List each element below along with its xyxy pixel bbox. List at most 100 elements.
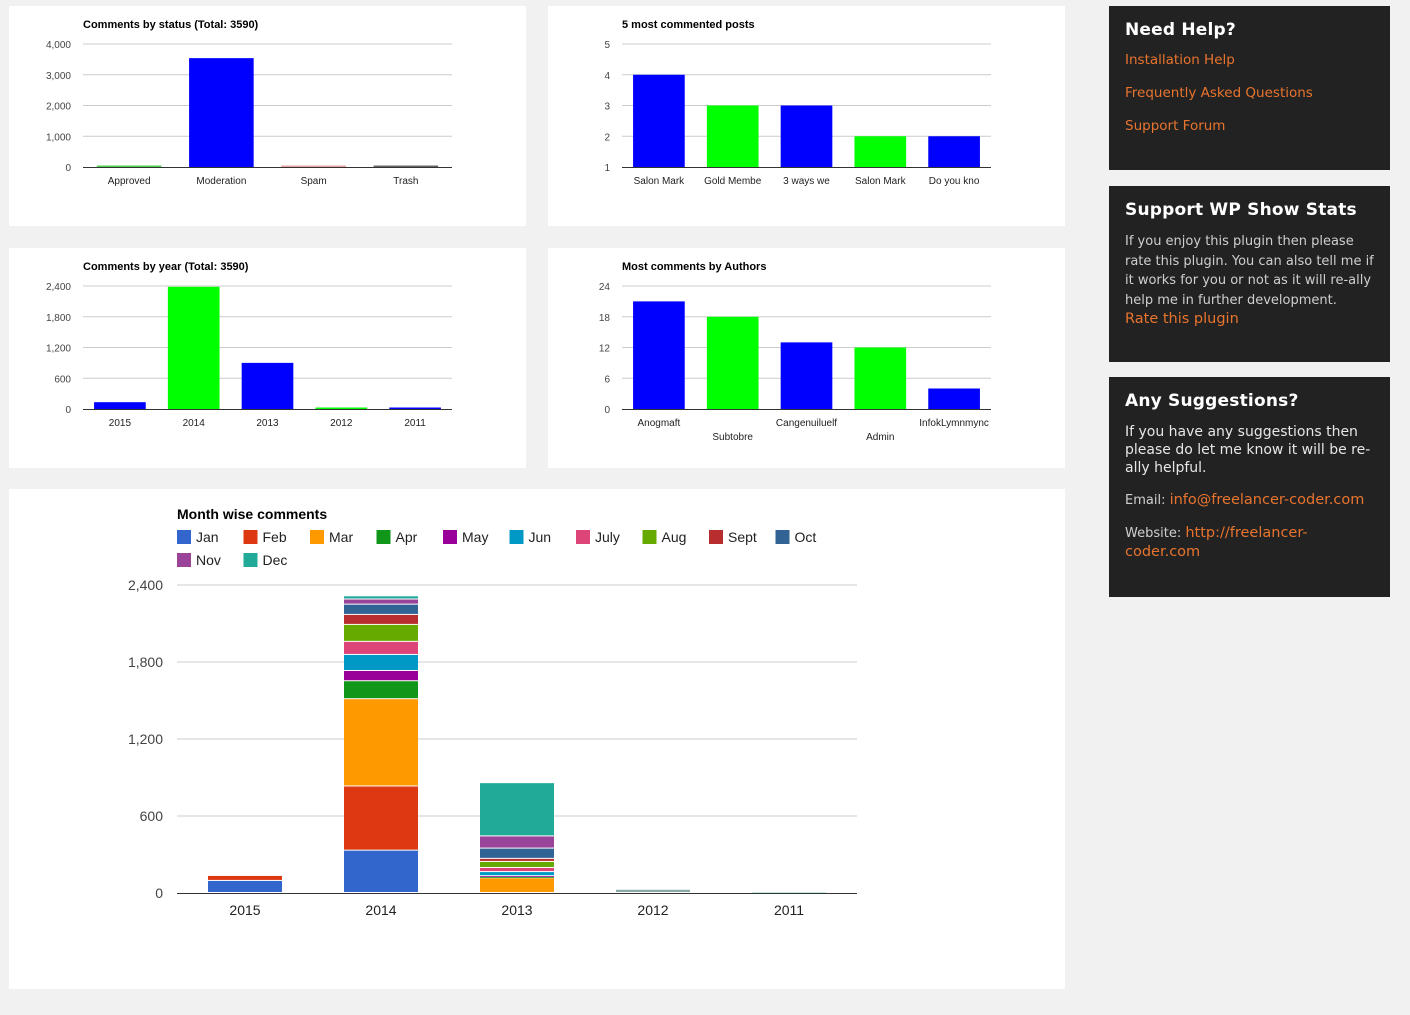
legend-swatch-feb — [243, 530, 258, 544]
y-tick-label: 5 — [604, 40, 610, 51]
x-tick-label: 2012 — [330, 418, 353, 429]
x-tick-label: Salon Mark — [634, 176, 686, 187]
bar — [96, 165, 162, 167]
legend-label-apr: Apr — [396, 529, 418, 545]
x-tick-label: 2013 — [256, 418, 279, 429]
legend-label-nov: Nov — [196, 552, 221, 568]
legend-swatch-apr — [376, 530, 391, 544]
x-tick-label: 2014 — [183, 418, 206, 429]
authors-chart-panel: Most comments by Authors 0 6 12 18 24 Anogmaft… — [548, 248, 1065, 468]
y-tick-label: 1,800 — [46, 313, 71, 324]
month-chart-panel: Month wise comments Jan Feb Mar Apr May Jun Jul… — [9, 489, 1065, 989]
y-tick-label: 2,000 — [46, 102, 71, 113]
bar — [928, 388, 980, 409]
email-link[interactable]: info@freelancer-coder.com — [1170, 492, 1365, 508]
y-tick-label: 0 — [155, 885, 163, 901]
y-tick-label: 3 — [604, 102, 610, 113]
bar-segment-nov — [480, 836, 554, 848]
y-tick-label: 3,000 — [46, 71, 71, 82]
y-tick-label: 1,200 — [128, 731, 163, 747]
x-tick-label: Subtobre — [712, 432, 753, 443]
y-tick-label: 0 — [65, 405, 71, 416]
legend-swatch-july — [576, 530, 590, 544]
support-forum-link[interactable]: Support Forum — [1125, 118, 1374, 134]
website-label: Website: — [1125, 526, 1182, 541]
legend-swatch-oct — [775, 530, 790, 544]
posts-chart: 5 most commented posts 1 2 3 4 5 Salon Mark Gol… — [604, 19, 991, 187]
x-tick-label: Gold Membe — [704, 176, 762, 187]
bar — [854, 136, 907, 167]
x-tick-label: 2014 — [365, 902, 396, 918]
installation-help-link[interactable]: Installation Help — [1125, 52, 1374, 68]
y-tick-label: 6 — [604, 374, 610, 385]
y-tick-label: 1 — [604, 163, 610, 174]
x-tick-label: 2015 — [109, 418, 132, 429]
x-tick-label: Anogmaft — [637, 418, 680, 429]
y-tick-label: 4,000 — [46, 40, 71, 51]
chart-title: Most comments by Authors — [622, 261, 766, 273]
legend-swatch-mar — [310, 530, 324, 544]
legend-label-sept: Sept — [728, 529, 757, 545]
year-chart: Comments by year (Total: 3590) 0 600 1,200 1… — [46, 261, 452, 429]
bar — [167, 286, 220, 409]
legend-label-jan: Jan — [196, 529, 219, 545]
bar — [94, 402, 146, 409]
x-tick-label: Do you kno — [929, 176, 980, 187]
bar-segment-july — [344, 641, 418, 654]
x-tick-label: InfokLymnmync — [919, 418, 989, 429]
month-chart: Month wise comments Jan Feb Mar Apr May Jun Jul… — [128, 506, 857, 918]
x-tick-label: 3 ways we — [783, 176, 830, 187]
email-label: Email: — [1125, 493, 1166, 508]
bar-segment-sept — [344, 614, 418, 624]
legend-label-oct: Oct — [795, 529, 817, 545]
faq-link[interactable]: Frequently Asked Questions — [1125, 85, 1374, 101]
bar-segment-nov — [344, 599, 418, 604]
legend-swatch-jan — [177, 530, 191, 544]
bar-segment-jan — [344, 850, 418, 892]
legend-label-jun: Jun — [529, 529, 552, 545]
y-tick-label: 4 — [604, 71, 610, 82]
bar-segment-feb — [344, 786, 418, 850]
legend-label-aug: Aug — [662, 529, 687, 545]
legend-swatch-may — [443, 530, 457, 544]
x-tick-label: Spam — [301, 176, 327, 187]
website-row: Website: http://freelancer-coder.com — [1125, 524, 1374, 562]
bar-segment-oct — [480, 848, 554, 858]
bar — [315, 407, 368, 409]
x-tick-label: 2011 — [774, 902, 804, 918]
y-tick-label: 600 — [54, 374, 71, 385]
bar — [633, 74, 685, 167]
legend-label-mar: Mar — [329, 529, 353, 545]
bar-segment-feb — [208, 875, 282, 880]
chart-title: Comments by year (Total: 3590) — [83, 261, 249, 273]
bar — [281, 165, 346, 167]
y-tick-label: 1,000 — [46, 132, 71, 143]
rate-plugin-link[interactable]: Rate this plugin — [1125, 311, 1239, 327]
bar-segment-may — [480, 876, 554, 877]
email-row: Email: info@freelancer-coder.com — [1125, 491, 1374, 510]
x-tick-label: 2015 — [229, 902, 260, 918]
x-tick-label: Cangenuiluelf — [776, 418, 837, 429]
legend-swatch-dec — [243, 553, 258, 567]
bar-segment-mar — [344, 699, 418, 786]
legend-swatch-jun — [509, 530, 524, 544]
bar-segment-jun — [480, 872, 554, 876]
need-help-title: Need Help? — [1125, 20, 1236, 40]
status-chart: Comments by status (Total: 3590) 0 1,000 2,… — [46, 19, 452, 187]
bar — [706, 105, 759, 167]
year-chart-panel: Comments by year (Total: 3590) 0 600 1,200 1… — [9, 248, 526, 468]
bar-segment-may — [344, 670, 418, 681]
bar — [928, 136, 980, 167]
x-tick-label: Moderation — [196, 176, 246, 187]
bar — [189, 58, 254, 167]
x-tick-label: 2013 — [501, 902, 532, 918]
suggestions-text: If you have any suggestions then please … — [1125, 424, 1371, 476]
support-title: Support WP Show Stats — [1125, 200, 1357, 220]
x-tick-label: Salon Mark — [855, 176, 907, 187]
suggestions-box: Any Suggestions? If you have any suggest… — [1109, 377, 1390, 597]
support-text-body: If you enjoy this plugin then please rat… — [1125, 234, 1374, 308]
y-tick-label: 2,400 — [46, 282, 71, 293]
authors-chart: Most comments by Authors 0 6 12 18 24 Anogmaft… — [599, 261, 991, 443]
y-tick-label: 12 — [599, 344, 611, 355]
y-tick-label: 0 — [604, 405, 610, 416]
